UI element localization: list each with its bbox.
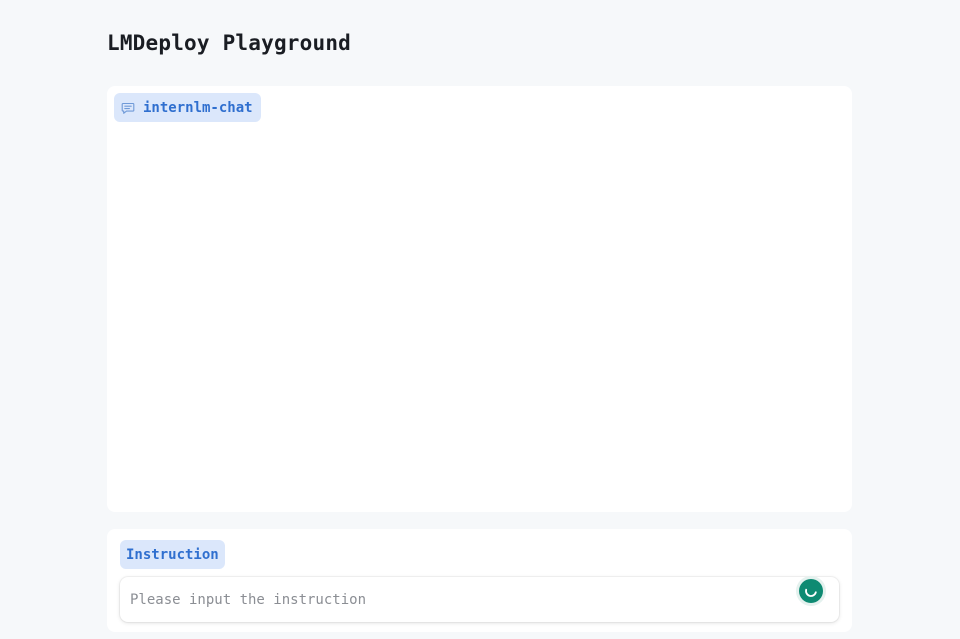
loading-spinner-icon — [799, 579, 823, 603]
chat-bubble-icon — [121, 101, 135, 115]
instruction-input[interactable] — [120, 577, 839, 622]
instruction-panel: Instruction — [107, 529, 852, 632]
chatbot-label-text: internlm-chat — [143, 99, 253, 116]
page-title: LMDeploy Playground — [107, 31, 352, 55]
instruction-label: Instruction — [120, 540, 225, 569]
chatbot-label: internlm-chat — [114, 93, 261, 122]
chatbot-panel: internlm-chat — [107, 86, 852, 512]
